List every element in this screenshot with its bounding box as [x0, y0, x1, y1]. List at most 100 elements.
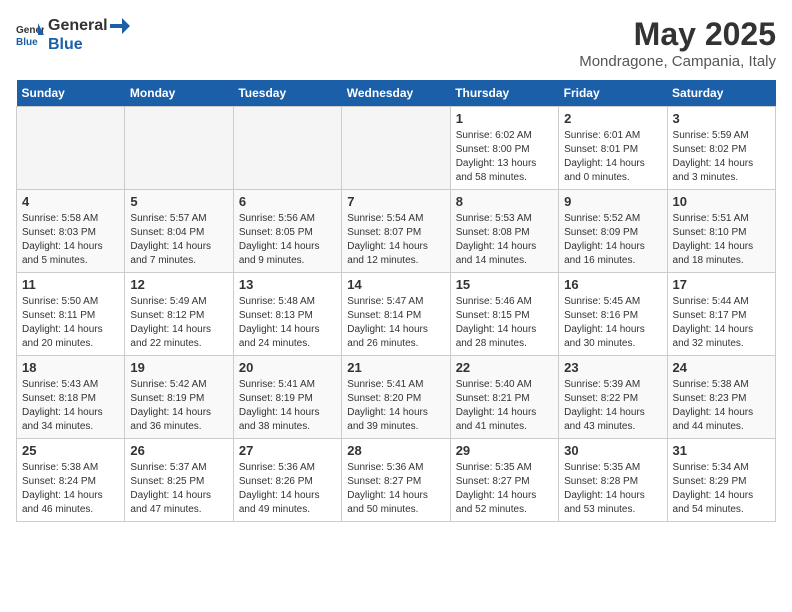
day-number: 24: [673, 360, 770, 375]
day-info: Sunrise: 5:38 AM Sunset: 8:24 PM Dayligh…: [22, 461, 119, 517]
calendar-cell: 27Sunrise: 5:36 AM Sunset: 8:26 PM Dayli…: [233, 439, 341, 522]
header-saturday: Saturday: [667, 80, 775, 107]
calendar-cell: 19 Sunrise: 5:42 AM Sunset: 8:19 PM Dayli…: [125, 356, 233, 439]
calendar-cell: [342, 107, 450, 190]
day-number: 26: [130, 443, 227, 458]
calendar-cell: 26 Sunrise: 5:37 AM Sunset: 8:25 PM Dayli…: [125, 439, 233, 522]
calendar-cell: 30Sunrise: 5:35 AM Sunset: 8:28 PM Dayli…: [559, 439, 667, 522]
calendar-cell: 8Sunrise: 5:53 AM Sunset: 8:08 PM Daylig…: [450, 190, 558, 273]
day-number: 11: [22, 277, 119, 292]
calendar-cell: 9 Sunrise: 5:52 AM Sunset: 8:09 PM Daylig…: [559, 190, 667, 273]
day-number: 28: [347, 443, 444, 458]
day-info: Sunrise: 5:57 AM Sunset: 8:04 PM Dayligh…: [130, 212, 227, 268]
calendar-cell: 18Sunrise: 5:43 AM Sunset: 8:18 PM Dayli…: [17, 356, 125, 439]
day-info: Sunrise: 5:37 AM Sunset: 8:25 PM Dayligh…: [130, 461, 227, 517]
calendar-cell: 11 Sunrise: 5:50 AM Sunset: 8:11 PM Dayli…: [17, 273, 125, 356]
header-thursday: Thursday: [450, 80, 558, 107]
logo-blue-text: Blue: [48, 36, 83, 53]
header-sunday: Sunday: [17, 80, 125, 107]
logo-general-text: General: [48, 17, 108, 34]
day-info: Sunrise: 5:56 AM Sunset: 8:05 PM Dayligh…: [239, 212, 336, 268]
day-info: Sunrise: 5:40 AM Sunset: 8:21 PM Dayligh…: [456, 378, 553, 434]
day-number: 7: [347, 194, 444, 209]
calendar-cell: 22 Sunrise: 5:40 AM Sunset: 8:21 PM Dayli…: [450, 356, 558, 439]
header: General Blue General Blue May 2025 Mondr…: [16, 16, 776, 70]
day-number: 10: [673, 194, 770, 209]
day-number: 5: [130, 194, 227, 209]
day-number: 15: [456, 277, 553, 292]
day-info: Sunrise: 5:41 AM Sunset: 8:19 PM Dayligh…: [239, 378, 336, 434]
day-info: Sunrise: 5:46 AM Sunset: 8:15 PM Dayligh…: [456, 295, 553, 351]
calendar-cell: 10 Sunrise: 5:51 AM Sunset: 8:10 PM Dayli…: [667, 190, 775, 273]
day-number: 3: [673, 111, 770, 126]
title-area: May 2025 Mondragone, Campania, Italy: [579, 16, 776, 70]
day-number: 12: [130, 277, 227, 292]
day-info: Sunrise: 5:45 AM Sunset: 8:16 PM Dayligh…: [564, 295, 661, 351]
day-info: Sunrise: 5:52 AM Sunset: 8:09 PM Dayligh…: [564, 212, 661, 268]
calendar-header-row: SundayMondayTuesdayWednesdayThursdayFrid…: [17, 80, 776, 107]
calendar-cell: 4Sunrise: 5:58 AM Sunset: 8:03 PM Daylig…: [17, 190, 125, 273]
day-number: 2: [564, 111, 661, 126]
calendar-cell: 1 Sunrise: 6:02 AM Sunset: 8:00 PM Daylig…: [450, 107, 558, 190]
day-number: 14: [347, 277, 444, 292]
day-number: 19: [130, 360, 227, 375]
calendar-cell: 25 Sunrise: 5:38 AM Sunset: 8:24 PM Dayli…: [17, 439, 125, 522]
day-info: Sunrise: 5:44 AM Sunset: 8:17 PM Dayligh…: [673, 295, 770, 351]
header-tuesday: Tuesday: [233, 80, 341, 107]
day-info: Sunrise: 5:47 AM Sunset: 8:14 PM Dayligh…: [347, 295, 444, 351]
calendar-cell: 13 Sunrise: 5:48 AM Sunset: 8:13 PM Dayli…: [233, 273, 341, 356]
calendar-cell: 16Sunrise: 5:45 AM Sunset: 8:16 PM Dayli…: [559, 273, 667, 356]
day-number: 31: [673, 443, 770, 458]
logo: General Blue General Blue: [16, 16, 132, 54]
calendar-cell: 21 Sunrise: 5:41 AM Sunset: 8:20 PM Dayli…: [342, 356, 450, 439]
day-number: 17: [673, 277, 770, 292]
header-monday: Monday: [125, 80, 233, 107]
day-number: 9: [564, 194, 661, 209]
day-info: Sunrise: 5:51 AM Sunset: 8:10 PM Dayligh…: [673, 212, 770, 268]
day-number: 22: [456, 360, 553, 375]
calendar-cell: 15 Sunrise: 5:46 AM Sunset: 8:15 PM Dayli…: [450, 273, 558, 356]
day-info: Sunrise: 5:42 AM Sunset: 8:19 PM Dayligh…: [130, 378, 227, 434]
svg-text:Blue: Blue: [16, 37, 38, 48]
day-info: Sunrise: 5:39 AM Sunset: 8:22 PM Dayligh…: [564, 378, 661, 434]
calendar-cell: 5 Sunrise: 5:57 AM Sunset: 8:04 PM Daylig…: [125, 190, 233, 273]
day-number: 27: [239, 443, 336, 458]
day-number: 23: [564, 360, 661, 375]
calendar-cell: 20 Sunrise: 5:41 AM Sunset: 8:19 PM Dayli…: [233, 356, 341, 439]
calendar-cell: 17 Sunrise: 5:44 AM Sunset: 8:17 PM Dayli…: [667, 273, 775, 356]
day-number: 1: [456, 111, 553, 126]
day-number: 13: [239, 277, 336, 292]
calendar-cell: 23 Sunrise: 5:39 AM Sunset: 8:22 PM Dayli…: [559, 356, 667, 439]
day-number: 20: [239, 360, 336, 375]
day-info: Sunrise: 5:54 AM Sunset: 8:07 PM Dayligh…: [347, 212, 444, 268]
logo-arrow-icon: [110, 16, 130, 36]
month-title: May 2025: [579, 16, 776, 53]
calendar-cell: 31 Sunrise: 5:34 AM Sunset: 8:29 PM Dayli…: [667, 439, 775, 522]
day-info: Sunrise: 6:02 AM Sunset: 8:00 PM Dayligh…: [456, 129, 553, 185]
calendar-cell: 3Sunrise: 5:59 AM Sunset: 8:02 PM Daylig…: [667, 107, 775, 190]
week-row-5: 25 Sunrise: 5:38 AM Sunset: 8:24 PM Dayli…: [17, 439, 776, 522]
day-info: Sunrise: 5:43 AM Sunset: 8:18 PM Dayligh…: [22, 378, 119, 434]
day-info: Sunrise: 5:34 AM Sunset: 8:29 PM Dayligh…: [673, 461, 770, 517]
day-number: 29: [456, 443, 553, 458]
week-row-1: 1 Sunrise: 6:02 AM Sunset: 8:00 PM Daylig…: [17, 107, 776, 190]
day-info: Sunrise: 5:49 AM Sunset: 8:12 PM Dayligh…: [130, 295, 227, 351]
calendar-cell: 12 Sunrise: 5:49 AM Sunset: 8:12 PM Dayli…: [125, 273, 233, 356]
day-number: 4: [22, 194, 119, 209]
calendar-cell: 2Sunrise: 6:01 AM Sunset: 8:01 PM Daylig…: [559, 107, 667, 190]
day-number: 21: [347, 360, 444, 375]
calendar-cell: 6Sunrise: 5:56 AM Sunset: 8:05 PM Daylig…: [233, 190, 341, 273]
day-number: 25: [22, 443, 119, 458]
day-info: Sunrise: 5:48 AM Sunset: 8:13 PM Dayligh…: [239, 295, 336, 351]
calendar-table: SundayMondayTuesdayWednesdayThursdayFrid…: [16, 80, 776, 522]
day-info: Sunrise: 5:35 AM Sunset: 8:27 PM Dayligh…: [456, 461, 553, 517]
week-row-4: 18Sunrise: 5:43 AM Sunset: 8:18 PM Dayli…: [17, 356, 776, 439]
location-title: Mondragone, Campania, Italy: [579, 53, 776, 70]
calendar-cell: [17, 107, 125, 190]
header-friday: Friday: [559, 80, 667, 107]
day-info: Sunrise: 5:35 AM Sunset: 8:28 PM Dayligh…: [564, 461, 661, 517]
day-info: Sunrise: 5:36 AM Sunset: 8:27 PM Dayligh…: [347, 461, 444, 517]
logo-icon: General Blue: [16, 21, 44, 49]
day-info: Sunrise: 5:41 AM Sunset: 8:20 PM Dayligh…: [347, 378, 444, 434]
day-info: Sunrise: 5:50 AM Sunset: 8:11 PM Dayligh…: [22, 295, 119, 351]
